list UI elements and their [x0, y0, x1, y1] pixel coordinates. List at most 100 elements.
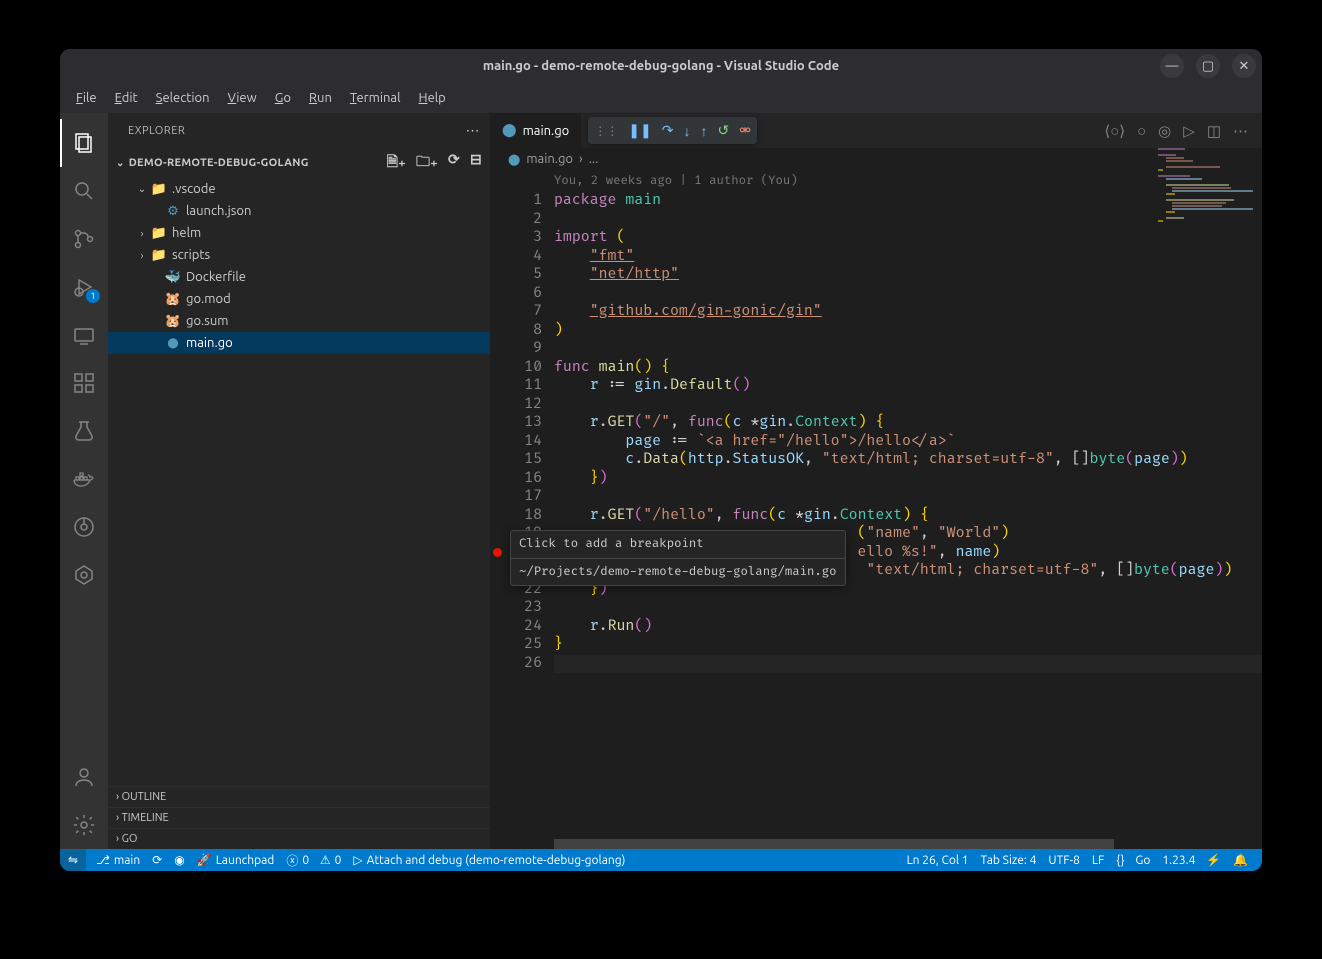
explorer-more-icon[interactable]: ⋯ [466, 122, 481, 139]
activity-remote[interactable] [60, 311, 108, 359]
menu-view[interactable]: View [220, 87, 265, 109]
menu-help[interactable]: Help [411, 87, 454, 109]
status-sync[interactable]: ⟳ [146, 853, 168, 867]
status-encoding[interactable]: UTF-8 [1042, 854, 1085, 867]
activity-debug[interactable]: 1 [60, 263, 108, 311]
activity-extensions[interactable] [60, 359, 108, 407]
debug-restart-icon[interactable]: ↺ [718, 122, 730, 139]
tooltip-line2: ~/Projects/demo-remote-debug-golang/main… [519, 563, 837, 582]
split-editor-icon[interactable]: ◫ [1207, 122, 1221, 140]
menu-go[interactable]: Go [267, 87, 299, 109]
status-problems[interactable]: ⓧ0 ⚠0 [280, 852, 347, 869]
activity-gitlens[interactable] [60, 503, 108, 551]
status-go-version[interactable]: 1.23.4 ⚡ [1156, 853, 1227, 867]
activity-settings[interactable] [60, 801, 108, 849]
sync-icon: ⟳ [152, 853, 162, 867]
tree-file[interactable]: ⚙launch.json [108, 200, 490, 222]
new-file-icon[interactable]: 🗎₊ [387, 151, 406, 175]
tree-label: Dockerfile [186, 270, 246, 284]
codelens[interactable]: You, 2 weeks ago | 1 author (You) [554, 170, 1262, 192]
tab-label: main.go [523, 124, 570, 138]
new-folder-icon[interactable]: 🗀₊ [416, 151, 438, 175]
lightning-icon: ⚡ [1206, 853, 1221, 867]
menu-selection[interactable]: Selection [148, 87, 218, 109]
go-file-icon: ⬤ [508, 153, 520, 166]
debug-step-out-icon[interactable]: ↑ [701, 123, 708, 139]
window-title: main.go - demo-remote-debug-golang - Vis… [483, 59, 839, 73]
gitlens-toggle-icon[interactable]: ⟨○⟩ [1104, 122, 1125, 140]
outline-panel[interactable]: › OUTLINE [108, 786, 490, 807]
warning-icon: ⚠ [320, 853, 331, 867]
go-panel[interactable]: › GO [108, 828, 490, 849]
breadcrumb-more: ... [589, 152, 599, 166]
status-live[interactable]: ◉ [168, 853, 190, 867]
debug-step-over-icon[interactable]: ↷ [662, 122, 674, 139]
menu-edit[interactable]: Edit [107, 87, 146, 109]
status-cursor[interactable]: Ln 26, Col 1 [901, 854, 975, 867]
collapse-icon[interactable]: ⊟ [470, 151, 482, 175]
statusbar: ⇋ ⎇main ⟳ ◉ 🚀Launchpad ⓧ0 ⚠0 ▷Attach and… [60, 849, 1262, 871]
menu-terminal[interactable]: Terminal [342, 87, 409, 109]
status-tabsize[interactable]: Tab Size: 4 [975, 854, 1043, 867]
status-branch[interactable]: ⎇main [90, 853, 146, 867]
tree-file[interactable]: 🐳Dockerfile [108, 266, 490, 288]
minimap[interactable] [1158, 148, 1248, 268]
file-icon: ⬤ [164, 337, 182, 349]
debug-step-into-icon[interactable]: ↓ [684, 123, 691, 139]
window-controls: — ▢ ✕ [1160, 54, 1256, 78]
maximize-button[interactable]: ▢ [1196, 54, 1220, 78]
tooltip-line1: Click to add a breakpoint [519, 535, 837, 554]
glyph-margin[interactable] [490, 170, 504, 849]
activity-scm[interactable] [60, 215, 108, 263]
menu-run[interactable]: Run [301, 87, 340, 109]
debug-toolbar[interactable]: ⋮⋮ ❚❚ ↷ ↓ ↑ ↺ ⚮ [588, 117, 757, 144]
tab-main-go[interactable]: ⬤ main.go [490, 113, 582, 148]
code-area[interactable]: 1234567891011121314151617181920212223242… [490, 170, 1262, 849]
activity-explorer[interactable] [60, 119, 108, 167]
activity-docker[interactable] [60, 455, 108, 503]
status-notifications[interactable]: 🔔 [1227, 853, 1254, 867]
folder-icon: 📁 [150, 182, 168, 197]
tree-folder[interactable]: ⌄📁.vscode [108, 178, 490, 200]
breakpoint-icon[interactable] [493, 548, 502, 557]
timeline-panel[interactable]: › TIMELINE [108, 807, 490, 828]
drag-handle-icon[interactable]: ⋮⋮ [594, 124, 618, 138]
tree-folder[interactable]: ›📁scripts [108, 244, 490, 266]
close-button[interactable]: ✕ [1232, 54, 1256, 78]
project-section[interactable]: ⌄ DEMO-REMOTE-DEBUG-GOLANG 🗎₊ 🗀₊ ⟳ ⊟ [108, 148, 490, 178]
sidebar-bottom: › OUTLINE › TIMELINE › GO [108, 786, 490, 849]
refresh-icon[interactable]: ⟳ [448, 151, 460, 175]
activity-account[interactable] [60, 753, 108, 801]
line-gutter: 1234567891011121314151617181920212223242… [504, 170, 554, 849]
gitlens-graph-icon[interactable]: ◎ [1158, 122, 1171, 140]
debug-disconnect-icon[interactable]: ⚮ [739, 122, 751, 139]
status-remote[interactable]: ⇋ [60, 849, 86, 871]
horizontal-scrollbar[interactable] [490, 839, 1262, 849]
activity-search[interactable] [60, 167, 108, 215]
menubar: File Edit Selection View Go Run Terminal… [60, 83, 1262, 113]
menu-file[interactable]: File [68, 87, 105, 109]
breadcrumb[interactable]: ⬤ main.go › ... [490, 148, 1262, 170]
status-debug-config[interactable]: ▷Attach and debug (demo-remote-debug-gol… [347, 853, 631, 867]
tree-file[interactable]: 🐹go.mod [108, 288, 490, 310]
tree-file[interactable]: 🐹go.sum [108, 310, 490, 332]
chevron-down-icon: ⌄ [116, 157, 125, 169]
status-lang[interactable]: {} Go [1110, 854, 1156, 867]
tree-file[interactable]: ⬤main.go [108, 332, 490, 354]
tree-folder[interactable]: ›📁helm [108, 222, 490, 244]
editor-tabs: ⬤ main.go ⋮⋮ ❚❚ ↷ ↓ ↑ ↺ ⚮ ⟨○⟩ ○ ◎ ▷ [490, 113, 1262, 148]
gitlens-compare-icon[interactable]: ○ [1137, 122, 1146, 140]
activity-kubernetes[interactable] [60, 551, 108, 599]
activity-testing[interactable] [60, 407, 108, 455]
brackets-icon: {} [1116, 854, 1124, 867]
debug-pause-icon[interactable]: ❚❚ [628, 122, 651, 139]
minimize-button[interactable]: — [1160, 54, 1184, 78]
editor-more-icon[interactable]: ⋯ [1233, 122, 1248, 140]
status-launchpad[interactable]: 🚀Launchpad [191, 853, 281, 867]
tree-label: helm [172, 226, 201, 240]
error-icon: ⓧ [286, 852, 298, 869]
status-eol[interactable]: LF [1086, 854, 1110, 867]
code-lines[interactable]: You, 2 weeks ago | 1 author (You) packag… [554, 170, 1262, 849]
run-icon[interactable]: ▷ [1183, 122, 1195, 140]
file-icon: 🐹 [164, 292, 182, 307]
